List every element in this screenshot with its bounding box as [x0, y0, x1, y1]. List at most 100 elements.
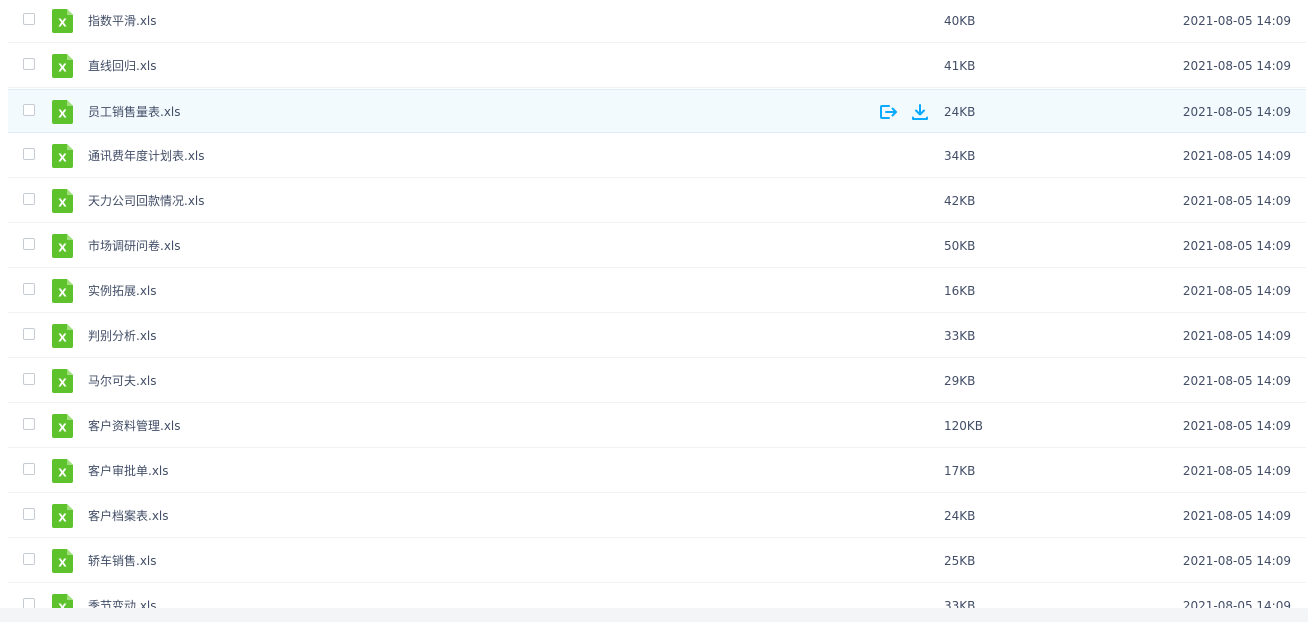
file-row[interactable]: X 员工销售量表.xls 24KB 2021-08-05 14:09: [8, 89, 1306, 133]
row-checkbox[interactable]: [23, 553, 35, 565]
excel-file-icon: X: [52, 54, 73, 78]
file-size: 50KB: [944, 239, 976, 253]
file-name[interactable]: 马尔可夫.xls: [88, 359, 157, 403]
file-row[interactable]: X 客户审批单.xls 17KB 2021-08-05 14:09: [8, 449, 1306, 493]
row-checkbox[interactable]: [23, 13, 35, 25]
svg-text:X: X: [58, 512, 67, 525]
excel-file-icon: X: [52, 594, 73, 608]
file-size: 24KB: [944, 105, 976, 119]
file-row[interactable]: X 马尔可夫.xls 29KB 2021-08-05 14:09: [8, 359, 1306, 403]
file-size: 42KB: [944, 194, 976, 208]
horizontal-scrollbar[interactable]: [0, 608, 1308, 622]
row-checkbox[interactable]: [23, 508, 35, 520]
file-name[interactable]: 员工销售量表.xls: [88, 90, 181, 134]
svg-text:X: X: [58, 197, 67, 210]
row-checkbox[interactable]: [23, 328, 35, 340]
file-size: 40KB: [944, 14, 976, 28]
svg-text:X: X: [58, 17, 67, 30]
file-modified-date: 2021-08-05 14:09: [1182, 554, 1291, 568]
row-checkbox[interactable]: [23, 238, 35, 250]
excel-file-icon: X: [52, 234, 73, 258]
file-modified-date: 2021-08-05 14:09: [1182, 374, 1291, 388]
excel-file-icon: X: [52, 279, 73, 303]
excel-file-icon: X: [52, 9, 73, 33]
file-modified-date: 2021-08-05 14:09: [1182, 464, 1291, 478]
row-actions: [878, 102, 930, 122]
row-checkbox[interactable]: [23, 418, 35, 430]
file-modified-date: 2021-08-05 14:09: [1182, 284, 1291, 298]
file-modified-date: 2021-08-05 14:09: [1182, 329, 1291, 343]
excel-file-icon: X: [52, 459, 73, 483]
row-checkbox[interactable]: [23, 463, 35, 475]
file-size: 25KB: [944, 554, 976, 568]
file-size: 33KB: [944, 329, 976, 343]
file-name[interactable]: 季节变动.xls: [88, 584, 157, 608]
file-modified-date: 2021-08-05 14:09: [1182, 59, 1291, 73]
row-checkbox[interactable]: [23, 373, 35, 385]
file-row[interactable]: X 实例拓展.xls 16KB 2021-08-05 14:09: [8, 269, 1306, 313]
svg-text:X: X: [58, 152, 67, 165]
file-row[interactable]: X 天力公司回款情况.xls 42KB 2021-08-05 14:09: [8, 179, 1306, 223]
file-name[interactable]: 实例拓展.xls: [88, 269, 157, 313]
svg-text:X: X: [58, 467, 67, 480]
file-row[interactable]: X 季节变动.xls 33KB 2021-08-05 14:09: [8, 584, 1306, 608]
file-row[interactable]: X 客户档案表.xls 24KB 2021-08-05 14:09: [8, 494, 1306, 538]
row-checkbox[interactable]: [23, 104, 35, 116]
row-checkbox[interactable]: [23, 58, 35, 70]
file-size: 29KB: [944, 374, 976, 388]
file-name[interactable]: 客户档案表.xls: [88, 494, 169, 538]
svg-text:X: X: [58, 108, 67, 121]
svg-text:X: X: [58, 332, 67, 345]
file-name[interactable]: 客户资料管理.xls: [88, 404, 181, 448]
file-size: 24KB: [944, 509, 976, 523]
file-row[interactable]: X 客户资料管理.xls 120KB 2021-08-05 14:09: [8, 404, 1306, 448]
row-checkbox[interactable]: [23, 283, 35, 295]
excel-file-icon: X: [52, 189, 73, 213]
file-row[interactable]: X 直线回归.xls 41KB 2021-08-05 14:09: [8, 44, 1306, 88]
file-modified-date: 2021-08-05 14:09: [1182, 239, 1291, 253]
svg-text:X: X: [58, 242, 67, 255]
file-name[interactable]: 直线回归.xls: [88, 44, 157, 88]
file-name[interactable]: 天力公司回款情况.xls: [88, 179, 205, 223]
svg-text:X: X: [58, 287, 67, 300]
svg-text:X: X: [58, 377, 67, 390]
file-row[interactable]: X 通讯费年度计划表.xls 34KB 2021-08-05 14:09: [8, 134, 1306, 178]
excel-file-icon: X: [52, 549, 73, 573]
file-row[interactable]: X 轿车销售.xls 25KB 2021-08-05 14:09: [8, 539, 1306, 583]
excel-file-icon: X: [52, 504, 73, 528]
file-modified-date: 2021-08-05 14:09: [1182, 509, 1291, 523]
file-row[interactable]: X 市场调研问卷.xls 50KB 2021-08-05 14:09: [8, 224, 1306, 268]
file-row[interactable]: X 指数平滑.xls 40KB 2021-08-05 14:09: [8, 0, 1306, 43]
file-name[interactable]: 市场调研问卷.xls: [88, 224, 181, 268]
file-size: 17KB: [944, 464, 976, 478]
file-modified-date: 2021-08-05 14:09: [1182, 14, 1291, 28]
excel-file-icon: X: [52, 100, 73, 124]
file-modified-date: 2021-08-05 14:09: [1182, 105, 1291, 119]
excel-file-icon: X: [52, 324, 73, 348]
file-list: X 指数平滑.xls 40KB 2021-08-05 14:09 X 直线回归.xls 41…: [0, 0, 1308, 608]
file-modified-date: 2021-08-05 14:09: [1182, 419, 1291, 433]
row-checkbox[interactable]: [23, 193, 35, 205]
file-name[interactable]: 判别分析.xls: [88, 314, 157, 358]
row-checkbox[interactable]: [23, 148, 35, 160]
svg-text:X: X: [58, 557, 67, 570]
file-size: 41KB: [944, 59, 976, 73]
file-modified-date: 2021-08-05 14:09: [1182, 194, 1291, 208]
download-icon[interactable]: [910, 102, 930, 122]
excel-file-icon: X: [52, 144, 73, 168]
file-size: 33KB: [944, 599, 976, 608]
file-modified-date: 2021-08-05 14:09: [1182, 149, 1291, 163]
file-modified-date: 2021-08-05 14:09: [1182, 599, 1291, 608]
file-name[interactable]: 客户审批单.xls: [88, 449, 169, 493]
share-icon[interactable]: [878, 102, 898, 122]
svg-text:X: X: [58, 422, 67, 435]
file-name[interactable]: 通讯费年度计划表.xls: [88, 134, 205, 178]
file-size: 16KB: [944, 284, 976, 298]
file-name[interactable]: 指数平滑.xls: [88, 0, 157, 43]
file-size: 120KB: [944, 419, 984, 433]
file-row[interactable]: X 判别分析.xls 33KB 2021-08-05 14:09: [8, 314, 1306, 358]
excel-file-icon: X: [52, 369, 73, 393]
svg-text:X: X: [58, 62, 67, 75]
file-name[interactable]: 轿车销售.xls: [88, 539, 157, 583]
row-checkbox[interactable]: [23, 598, 35, 608]
